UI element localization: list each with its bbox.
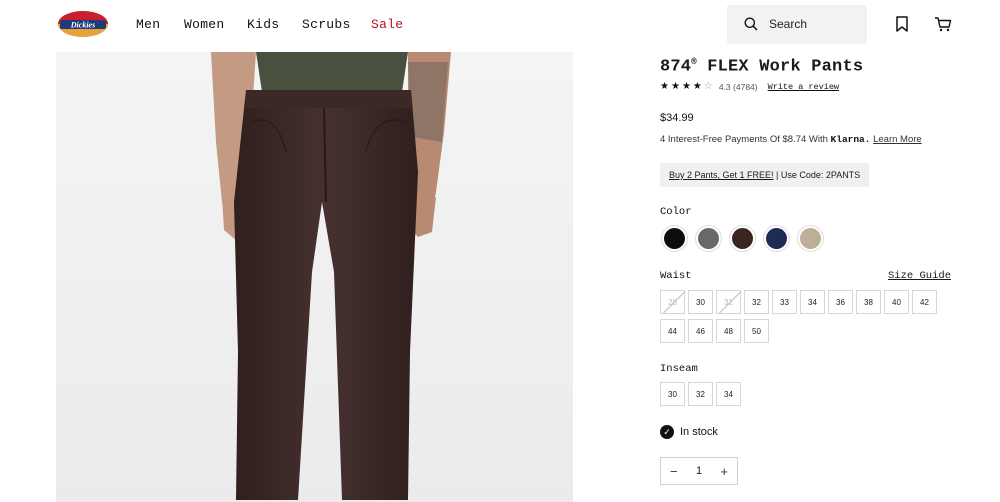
nav-men[interactable]: Men	[136, 17, 160, 32]
waist-size-40[interactable]: 40	[884, 290, 909, 314]
waist-size-36[interactable]: 36	[828, 290, 853, 314]
pants-photo	[56, 52, 573, 502]
color-swatches	[661, 225, 831, 252]
nav-women[interactable]: Women	[184, 17, 225, 32]
product-title: 874® FLEX Work Pants	[660, 57, 864, 77]
bookmark-icon[interactable]	[893, 15, 911, 33]
site-header: Dickies Men Women Kids Scrubs Sale Searc…	[0, 0, 1000, 52]
waist-size-32[interactable]: 32	[744, 290, 769, 314]
color-swatch-black[interactable]	[661, 225, 688, 252]
swatch-fill	[664, 228, 685, 249]
cart-icon[interactable]	[934, 15, 952, 33]
star-icon: ★	[681, 81, 691, 92]
svg-text:Dickies: Dickies	[70, 21, 95, 30]
klarna-logo: Klarna.	[830, 134, 871, 145]
star-icon: ★	[692, 81, 702, 92]
inseam-size-34[interactable]: 34	[716, 382, 741, 406]
product-price: $34.99	[660, 112, 694, 124]
inseam-size-30[interactable]: 30	[660, 382, 685, 406]
decrease-quantity-button[interactable]: −	[670, 465, 678, 478]
nav-sale[interactable]: Sale	[371, 17, 403, 32]
waist-size-grid: 28 30 31 32 33 34 36 38 40 42 44 46 48 50	[660, 290, 950, 348]
waist-label: Waist	[660, 270, 692, 282]
color-swatch-khaki[interactable]	[797, 225, 824, 252]
write-review-link[interactable]: Write a review	[768, 82, 839, 92]
swatch-fill	[732, 228, 753, 249]
waist-size-50[interactable]: 50	[744, 319, 769, 343]
waist-size-28[interactable]: 28	[660, 290, 685, 314]
promo-banner: Buy 2 Pants, Get 1 FREE! | Use Code: 2PA…	[660, 163, 870, 187]
waist-size-44[interactable]: 44	[660, 319, 685, 343]
search-placeholder: Search	[769, 17, 808, 31]
star-icon: ★	[660, 81, 669, 92]
waist-size-30[interactable]: 30	[688, 290, 713, 314]
waist-size-31[interactable]: 31	[716, 290, 741, 314]
nav-kids[interactable]: Kids	[247, 17, 279, 32]
nav-scrubs[interactable]: Scrubs	[302, 17, 351, 32]
waist-size-48[interactable]: 48	[716, 319, 741, 343]
increase-quantity-button[interactable]: +	[720, 465, 728, 478]
color-swatch-dark-brown[interactable]	[729, 225, 756, 252]
color-label: Color	[660, 206, 692, 218]
inseam-size-32[interactable]: 32	[688, 382, 713, 406]
rating-value: 4.3 (4784)	[718, 82, 758, 92]
star-rating[interactable]: ★ ★ ★ ★ ☆	[660, 82, 713, 92]
dickies-logo[interactable]: Dickies	[57, 10, 109, 38]
rating-row: ★ ★ ★ ★ ☆ 4.3 (4784) Write a review	[660, 82, 839, 93]
color-swatch-navy[interactable]	[763, 225, 790, 252]
size-guide-link[interactable]: Size Guide	[888, 270, 951, 282]
quantity-value[interactable]: 1	[696, 465, 702, 477]
inseam-size-grid: 30 32 34	[660, 382, 950, 411]
waist-size-42[interactable]: 42	[912, 290, 937, 314]
swatch-fill	[698, 228, 719, 249]
stock-status: ✓ In stock	[660, 425, 718, 439]
checkmark-icon: ✓	[660, 425, 674, 439]
search-icon	[744, 17, 758, 31]
waist-size-34[interactable]: 34	[800, 290, 825, 314]
search-input[interactable]: Search	[727, 5, 867, 44]
waist-size-33[interactable]: 33	[772, 290, 797, 314]
swatch-fill	[800, 228, 821, 249]
inseam-label: Inseam	[660, 363, 698, 375]
klarna-installments: 4 Interest-Free Payments Of $8.74 With K…	[660, 134, 922, 145]
stock-text: In stock	[680, 426, 718, 438]
swatch-fill	[766, 228, 787, 249]
learn-more-link[interactable]: Learn More	[873, 134, 922, 145]
waist-size-38[interactable]: 38	[856, 290, 881, 314]
half-star-icon: ☆	[703, 81, 713, 92]
waist-size-46[interactable]: 46	[688, 319, 713, 343]
quantity-stepper: − 1 +	[660, 457, 738, 485]
color-swatch-charcoal[interactable]	[695, 225, 722, 252]
product-image	[56, 52, 573, 502]
star-icon: ★	[670, 81, 680, 92]
promo-link[interactable]: Buy 2 Pants, Get 1 FREE!	[669, 170, 774, 180]
